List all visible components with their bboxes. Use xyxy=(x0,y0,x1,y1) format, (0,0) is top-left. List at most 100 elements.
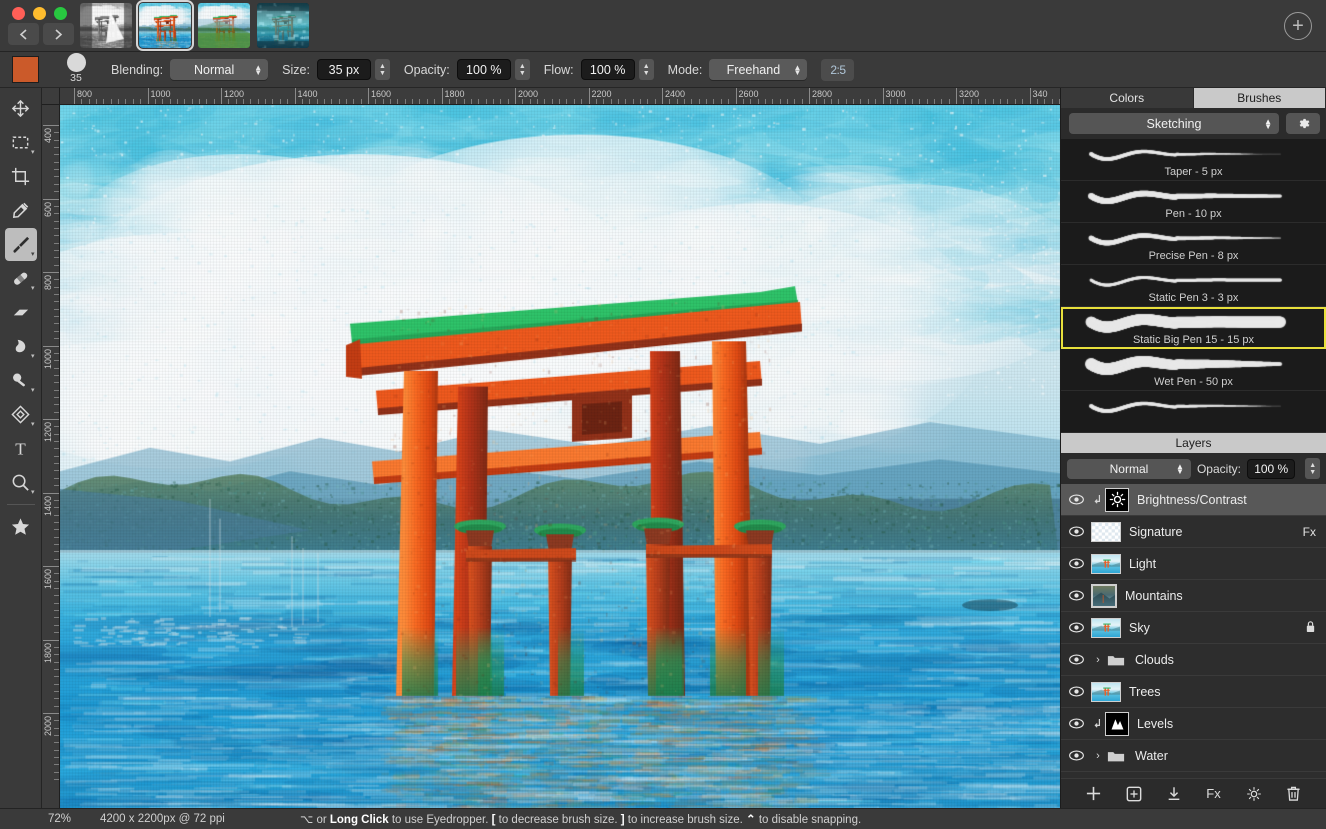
layer-name[interactable]: Light xyxy=(1129,557,1316,571)
add-mask-button[interactable] xyxy=(1125,785,1143,803)
close-window-button[interactable] xyxy=(12,7,25,20)
healing-brush-tool[interactable]: ▾ xyxy=(5,262,37,295)
text-tool[interactable]: T xyxy=(5,432,37,465)
layer-visibility-toggle[interactable] xyxy=(1069,718,1091,729)
artwork-canvas[interactable] xyxy=(60,105,1060,808)
add-layer-button[interactable] xyxy=(1085,785,1103,803)
layer-effects-badge[interactable]: Fx xyxy=(1303,525,1316,539)
layer-name[interactable]: Signature xyxy=(1129,525,1297,539)
move-tool[interactable] xyxy=(5,92,37,125)
dodge-burn-tool[interactable]: ▾ xyxy=(5,364,37,397)
minimize-window-button[interactable] xyxy=(33,7,46,20)
opacity-stepper[interactable]: ▲▼ xyxy=(515,59,530,80)
layer-visibility-toggle[interactable] xyxy=(1069,622,1091,633)
document-thumb-3[interactable] xyxy=(198,3,250,48)
layer-visibility-toggle[interactable] xyxy=(1069,590,1091,601)
layer-row[interactable]: Sky xyxy=(1061,612,1326,644)
layer-blend-mode-select[interactable]: Normal ▲▼ xyxy=(1067,459,1191,479)
brush-item[interactable]: Pen - 10 px xyxy=(1061,181,1326,223)
marquee-selection-tool[interactable]: ▾ xyxy=(5,126,37,159)
layer-visibility-toggle[interactable] xyxy=(1069,750,1091,761)
layer-name[interactable]: Trees xyxy=(1129,685,1316,699)
layer-visibility-toggle[interactable] xyxy=(1069,494,1091,505)
nav-back-button[interactable] xyxy=(8,23,39,45)
layer-visibility-toggle[interactable] xyxy=(1069,558,1091,569)
eraser-tool[interactable] xyxy=(5,296,37,329)
layer-visibility-toggle[interactable] xyxy=(1069,654,1091,665)
layer-row[interactable]: Mountains xyxy=(1061,580,1326,612)
brush-item[interactable]: Precise Pen - 8 px xyxy=(1061,223,1326,265)
brush-list[interactable]: Taper - 5 pxPen - 10 pxPrecise Pen - 8 p… xyxy=(1061,139,1326,433)
opacity-input[interactable]: 100 % xyxy=(457,59,511,80)
layer-name[interactable]: Water xyxy=(1135,749,1316,763)
stabilizer-button[interactable]: 2:5 xyxy=(821,59,854,81)
brush-item[interactable]: Wet Pen - 50 px xyxy=(1061,349,1326,391)
layer-row[interactable]: › Water xyxy=(1061,740,1326,772)
flow-input[interactable]: 100 % xyxy=(581,59,635,80)
layer-row[interactable]: › Clouds xyxy=(1061,644,1326,676)
layer-name[interactable]: Mountains xyxy=(1125,589,1316,603)
brush-item[interactable]: Static Big Pen 15 - 15 px xyxy=(1061,307,1326,349)
mode-select[interactable]: Freehand ▲▼ xyxy=(709,59,807,80)
adjustment-layer-button[interactable] xyxy=(1245,785,1263,803)
layer-name[interactable]: Brightness/Contrast xyxy=(1137,493,1316,507)
vertical-ruler[interactable]: 400600800100012001400160018002000 xyxy=(42,105,60,808)
fill-gradient-tool[interactable]: ▾ xyxy=(5,398,37,431)
layer-thumbnail-wrap[interactable] xyxy=(1091,618,1121,638)
eyedropper-tool[interactable] xyxy=(5,194,37,227)
layer-thumbnail-wrap[interactable] xyxy=(1091,522,1121,542)
brush-item[interactable]: Taper - 5 px xyxy=(1061,139,1326,181)
nav-forward-button[interactable] xyxy=(43,23,74,45)
layer-thumbnail-wrap[interactable] xyxy=(1091,682,1121,702)
flow-stepper[interactable]: ▲▼ xyxy=(639,59,654,80)
layer-row[interactable]: Light xyxy=(1061,548,1326,580)
maximize-window-button[interactable] xyxy=(54,7,67,20)
layer-visibility-toggle[interactable] xyxy=(1069,686,1091,697)
layer-effects-button[interactable]: Fx xyxy=(1205,785,1223,803)
favorites-tool[interactable] xyxy=(5,510,37,543)
brush-settings-button[interactable] xyxy=(1286,113,1320,134)
document-thumb-4[interactable] xyxy=(257,3,309,48)
paint-brush-tool[interactable]: ▾ xyxy=(5,228,37,261)
layer-thumbnail-wrap[interactable] xyxy=(1091,778,1121,779)
layer-row[interactable]: Trees xyxy=(1061,676,1326,708)
layer-group-disclosure[interactable]: › xyxy=(1091,750,1105,762)
layer-lock-badge[interactable] xyxy=(1305,620,1316,636)
brush-item[interactable] xyxy=(1061,391,1326,433)
layer-list[interactable]: Brightness/Contrast Signature Fx Light Mount… xyxy=(1061,484,1326,778)
layer-thumbnail-wrap[interactable] xyxy=(1091,584,1117,608)
layer-row[interactable]: Layer 4 xyxy=(1061,772,1326,778)
layer-row[interactable]: Signature Fx xyxy=(1061,516,1326,548)
smudge-tool[interactable]: ▾ xyxy=(5,330,37,363)
layer-opacity-input[interactable]: 100 % xyxy=(1247,459,1295,479)
layer-name[interactable]: Levels xyxy=(1137,717,1316,731)
brush-category-select[interactable]: Sketching ▲▼ xyxy=(1069,113,1279,134)
blending-mode-select[interactable]: Normal ▲▼ xyxy=(170,59,268,80)
zoom-tool[interactable]: ▾ xyxy=(5,466,37,499)
document-thumb-1[interactable] xyxy=(80,3,132,48)
tab-colors[interactable]: Colors xyxy=(1061,88,1194,108)
document-thumb-2[interactable] xyxy=(139,3,191,48)
brush-item[interactable]: Static Pen 3 - 3 px xyxy=(1061,265,1326,307)
delete-layer-button[interactable] xyxy=(1285,785,1303,803)
layer-visibility-toggle[interactable] xyxy=(1069,526,1091,537)
artwork-viewport[interactable] xyxy=(60,105,1060,808)
zoom-level[interactable]: 72% xyxy=(0,813,100,825)
layer-name[interactable]: Clouds xyxy=(1135,653,1316,667)
layer-name[interactable]: Sky xyxy=(1129,621,1299,635)
new-document-button[interactable]: + xyxy=(1284,12,1312,40)
layer-row[interactable]: Brightness/Contrast xyxy=(1061,484,1326,516)
layer-group-disclosure[interactable]: › xyxy=(1091,654,1105,666)
foreground-color-swatch[interactable] xyxy=(12,56,39,83)
crop-tool[interactable] xyxy=(5,160,37,193)
layer-thumbnail-wrap[interactable] xyxy=(1091,554,1121,574)
layer-row[interactable]: Levels xyxy=(1061,708,1326,740)
layer-opacity-stepper[interactable]: ▲▼ xyxy=(1305,458,1320,479)
size-input[interactable]: 35 px xyxy=(317,59,371,80)
horizontal-ruler[interactable]: 8001000120014001600180020002200240026002… xyxy=(60,88,1060,105)
import-layer-button[interactable] xyxy=(1165,785,1183,803)
tab-brushes[interactable]: Brushes xyxy=(1194,88,1326,108)
layer-adjustment-thumbnail[interactable] xyxy=(1105,488,1129,512)
size-stepper[interactable]: ▲▼ xyxy=(375,59,390,80)
brush-size-preview[interactable]: 35 xyxy=(53,52,99,88)
